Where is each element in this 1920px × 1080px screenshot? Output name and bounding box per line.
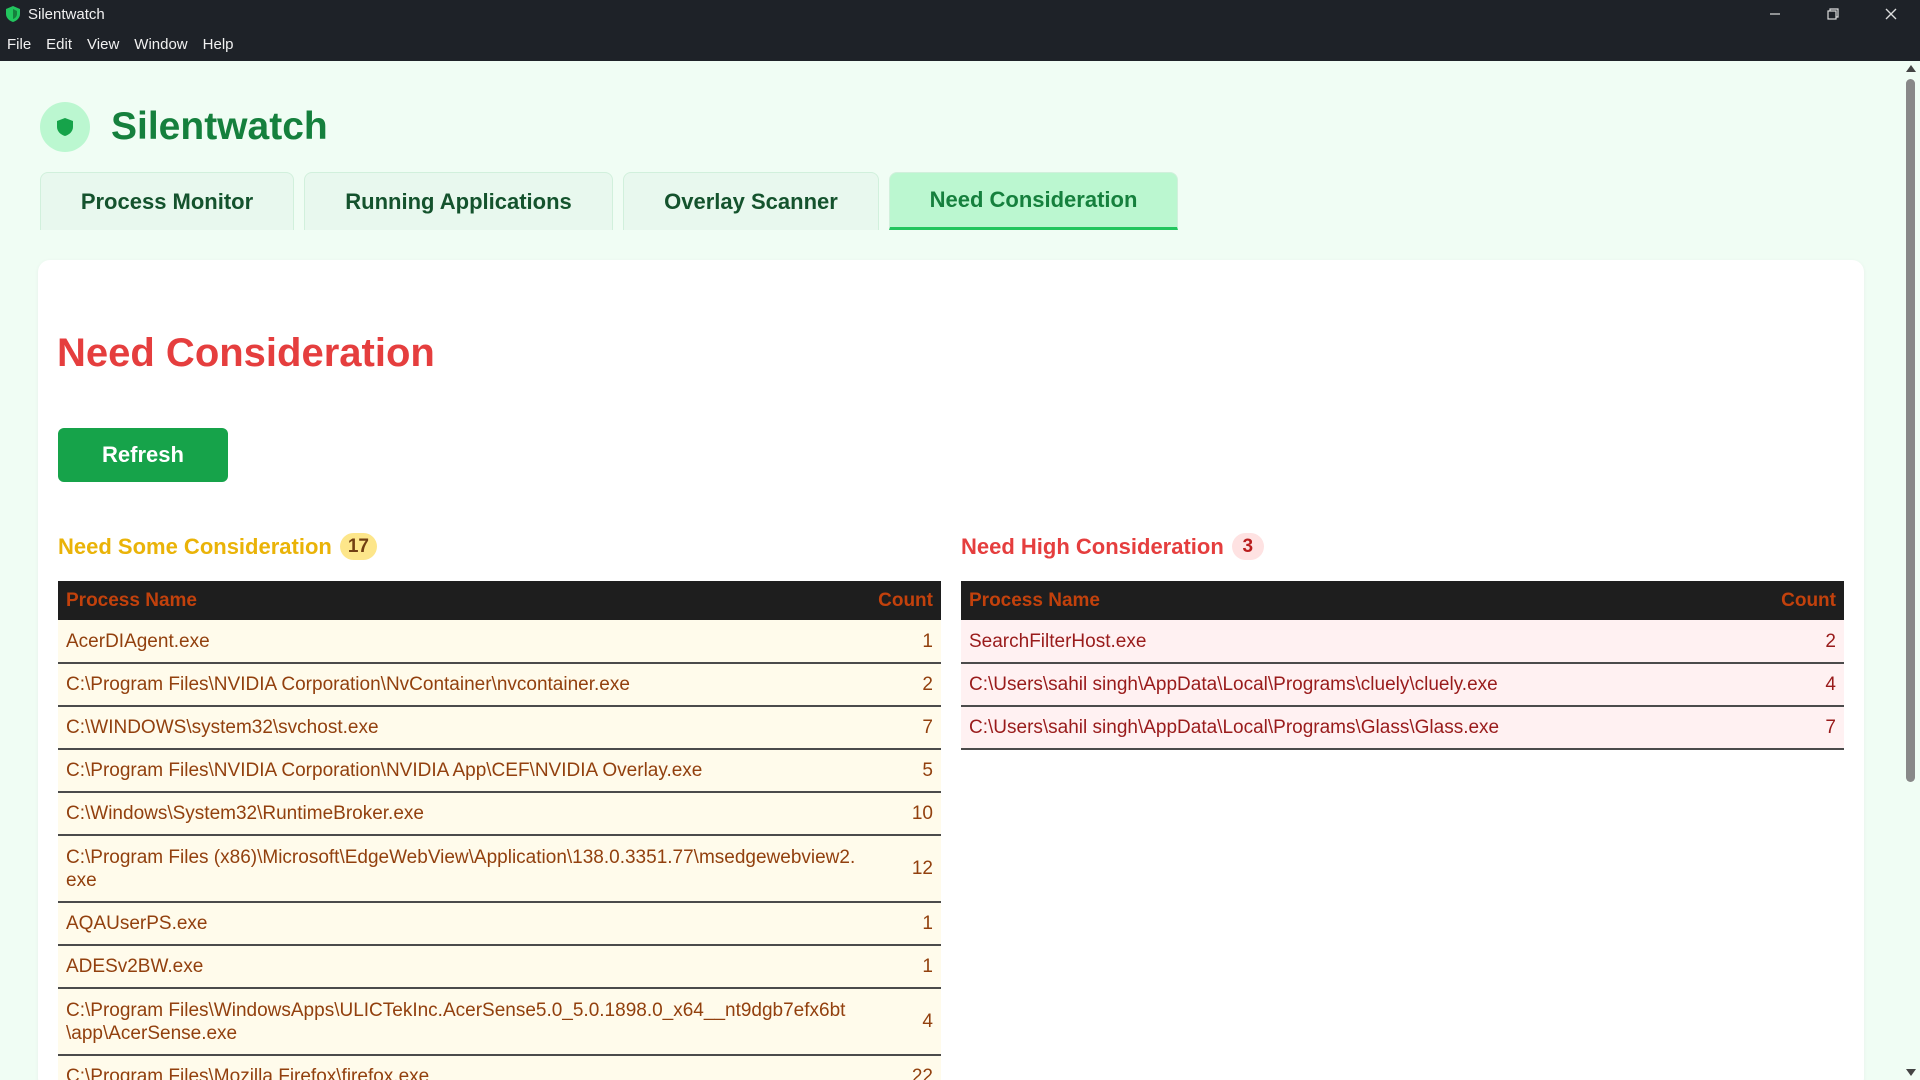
menu-file[interactable]: File	[7, 36, 31, 53]
column-header-count[interactable]: Count	[865, 581, 941, 620]
title-bar: Silentwatch	[0, 0, 1920, 28]
tab-bar: Process Monitor Running Applications Ove…	[40, 172, 1188, 230]
count-cell: 2	[1768, 620, 1844, 664]
high-consideration-title: Need High Consideration	[961, 533, 1224, 559]
table-row[interactable]: C:\WINDOWS\system32\svchost.exe 7	[58, 706, 941, 750]
table-row[interactable]: AQAUserPS.exe 1	[58, 902, 941, 946]
some-consideration-title: Need Some Consideration	[58, 533, 332, 559]
process-name-cell: SearchFilterHost.exe	[961, 620, 1768, 664]
restore-icon	[1827, 8, 1839, 20]
menu-edit[interactable]: Edit	[46, 36, 72, 53]
brand-header: Silentwatch	[40, 102, 328, 152]
process-name-cell: C:\Windows\System32\RuntimeBroker.exe	[58, 792, 865, 836]
high-consideration-heading: Need High Consideration 3	[961, 533, 1264, 560]
table-row[interactable]: C:\Program Files\WindowsApps\ULICTekInc.…	[58, 988, 941, 1056]
count-cell: 7	[1768, 706, 1844, 750]
count-cell: 5	[865, 749, 941, 793]
some-consideration-heading: Need Some Consideration 17	[58, 533, 377, 560]
scroll-thumb[interactable]	[1906, 79, 1915, 782]
menu-window[interactable]: Window	[134, 36, 187, 53]
count-cell: 4	[865, 988, 941, 1056]
minimize-icon	[1770, 13, 1780, 15]
high-consideration-table: Process Name Count SearchFilterHost.exe …	[961, 581, 1844, 750]
vertical-scrollbar[interactable]	[1901, 61, 1920, 1080]
shield-logo-icon	[40, 102, 90, 152]
column-header-process-name[interactable]: Process Name	[961, 581, 1768, 620]
count-cell: 1	[865, 945, 941, 989]
some-consideration-table: Process Name Count AcerDIAgent.exe 1 C:\…	[58, 581, 941, 1080]
table-row[interactable]: C:\Users\sahil singh\AppData\Local\Progr…	[961, 663, 1844, 707]
table-row[interactable]: C:\Program Files\NVIDIA Corporation\NVID…	[58, 749, 941, 793]
menu-bar: File Edit View Window Help	[0, 28, 1920, 61]
count-cell: 7	[865, 706, 941, 750]
count-cell: 22	[865, 1055, 941, 1080]
count-cell: 10	[865, 792, 941, 836]
table-row[interactable]: ADESv2BW.exe 1	[58, 945, 941, 989]
app-name: Silentwatch	[111, 105, 328, 148]
some-count-badge: 17	[339, 533, 377, 560]
table-row[interactable]: SearchFilterHost.exe 2	[961, 620, 1844, 664]
table-row[interactable]: C:\Program Files (x86)\Microsoft\EdgeWeb…	[58, 835, 941, 903]
scroll-up-icon[interactable]	[1906, 65, 1916, 72]
close-button[interactable]	[1862, 0, 1920, 28]
process-name-cell: C:\Users\sahil singh\AppData\Local\Progr…	[961, 706, 1768, 750]
column-header-process-name[interactable]: Process Name	[58, 581, 865, 620]
process-name-cell: AQAUserPS.exe	[58, 902, 865, 946]
table-row[interactable]: C:\Windows\System32\RuntimeBroker.exe 10	[58, 792, 941, 836]
scroll-down-icon[interactable]	[1906, 1069, 1916, 1076]
count-cell: 12	[865, 835, 941, 903]
process-name-cell: C:\Program Files (x86)\Microsoft\EdgeWeb…	[58, 835, 865, 903]
tab-overlay-scanner[interactable]: Overlay Scanner	[623, 172, 879, 230]
restore-button[interactable]	[1804, 0, 1862, 28]
refresh-button[interactable]: Refresh	[58, 428, 228, 482]
table-row[interactable]: C:\Users\sahil singh\AppData\Local\Progr…	[961, 706, 1844, 750]
table-header-row: Process Name Count	[58, 581, 941, 620]
count-cell: 2	[865, 663, 941, 707]
menu-help[interactable]: Help	[203, 36, 234, 53]
process-name-cell: AcerDIAgent.exe	[58, 620, 865, 664]
process-name-cell: C:\Program Files\WindowsApps\ULICTekInc.…	[58, 988, 865, 1056]
tab-process-monitor[interactable]: Process Monitor	[40, 172, 294, 230]
close-icon	[1885, 8, 1897, 20]
high-count-badge: 3	[1231, 533, 1264, 560]
count-cell: 4	[1768, 663, 1844, 707]
table-row[interactable]: C:\Program Files\Mozilla Firefox\firefox…	[58, 1055, 941, 1080]
menu-view[interactable]: View	[87, 36, 119, 53]
process-name-cell: C:\WINDOWS\system32\svchost.exe	[58, 706, 865, 750]
process-name-cell: C:\Users\sahil singh\AppData\Local\Progr…	[961, 663, 1768, 707]
page-title: Need Consideration	[57, 331, 435, 375]
count-cell: 1	[865, 620, 941, 664]
process-name-cell: C:\Program Files\Mozilla Firefox\firefox…	[58, 1055, 865, 1080]
tab-need-consideration[interactable]: Need Consideration	[889, 172, 1178, 230]
minimize-button[interactable]	[1746, 0, 1804, 28]
table-header-row: Process Name Count	[961, 581, 1844, 620]
table-row[interactable]: AcerDIAgent.exe 1	[58, 620, 941, 664]
count-cell: 1	[865, 902, 941, 946]
process-name-cell: C:\Program Files\NVIDIA Corporation\NVID…	[58, 749, 865, 793]
process-name-cell: ADESv2BW.exe	[58, 945, 865, 989]
shield-icon	[6, 6, 20, 22]
process-name-cell: C:\Program Files\NVIDIA Corporation\NvCo…	[58, 663, 865, 707]
tab-running-applications[interactable]: Running Applications	[304, 172, 613, 230]
column-header-count[interactable]: Count	[1768, 581, 1844, 620]
window-title: Silentwatch	[28, 5, 105, 23]
table-row[interactable]: C:\Program Files\NVIDIA Corporation\NvCo…	[58, 663, 941, 707]
